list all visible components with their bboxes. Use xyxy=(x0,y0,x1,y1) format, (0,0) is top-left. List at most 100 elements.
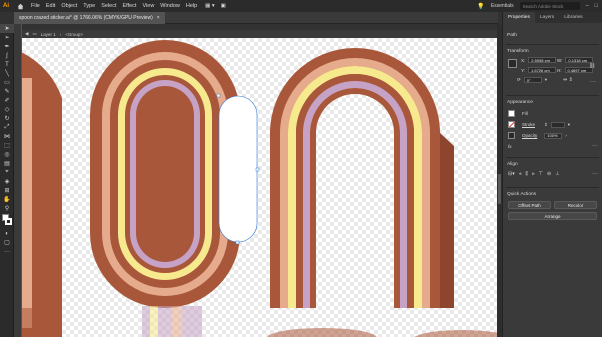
appearance-more-icon[interactable]: ··· xyxy=(592,143,602,149)
menu-help[interactable]: Help xyxy=(186,3,197,9)
angle-dropdown-icon[interactable]: ▾ xyxy=(545,77,547,83)
tools-panel: ➤ ➢ ✒ ∫ T ╲ ▭ ✎ ✐ ◇ ↻ ⤢ ⋈ ⬚ ◎ ▤ ⌖ ◈ ⊞ ✋ … xyxy=(0,24,14,337)
arrange-documents-icon[interactable]: ▦ ▾ xyxy=(205,3,215,9)
eraser-tool-icon[interactable]: ◇ xyxy=(0,105,14,114)
menu-edit[interactable]: Edit xyxy=(46,3,55,9)
arrange-row: Arrange xyxy=(503,209,602,220)
h-label: H: xyxy=(557,67,562,73)
align-buttons: ⊟▾ ⫷ ⫼ ⫸ ⊤ ⊖ ⊥ ··· xyxy=(503,171,602,177)
home-icon[interactable] xyxy=(15,1,25,11)
offset-path-button[interactable]: Offset Path xyxy=(508,201,551,209)
quick-actions-row: Offset Path Recolor xyxy=(503,197,602,209)
close-tab-icon[interactable]: × xyxy=(157,15,160,21)
fx-icon[interactable]: fx. xyxy=(508,144,513,149)
workspace-switcher[interactable]: Essentials xyxy=(491,3,514,9)
scroll-thumb[interactable] xyxy=(498,174,501,204)
paintbrush-tool-icon[interactable]: ✎ xyxy=(0,87,14,96)
layer-icon: ▭ xyxy=(32,31,37,36)
arrange-button[interactable]: Arrange xyxy=(508,212,597,220)
breadcrumb-group[interactable]: <Group> xyxy=(65,32,83,37)
artboard-canvas[interactable] xyxy=(22,38,497,337)
hand-tool-icon[interactable]: ✋ xyxy=(0,195,14,204)
line-tool-icon[interactable]: ╲ xyxy=(0,69,14,78)
opacity-field[interactable]: 100% xyxy=(544,132,563,139)
menu-effect[interactable]: Effect xyxy=(123,3,137,9)
stroke-label[interactable]: Stroke xyxy=(522,122,535,127)
angle-field[interactable]: 0° xyxy=(523,77,542,83)
menu-file[interactable]: File xyxy=(31,3,40,9)
bottom-shapes[interactable] xyxy=(22,306,497,337)
search-input[interactable]: Search Adobe Stock xyxy=(519,2,580,10)
menu-window[interactable]: Window xyxy=(160,3,180,9)
shape-builder-tool-icon[interactable]: ◎ xyxy=(0,150,14,159)
align-left-icon[interactable]: ⫷ xyxy=(519,171,522,177)
selection-tool-icon[interactable]: ➤ xyxy=(0,24,14,33)
curvature-tool-icon[interactable]: ∫ xyxy=(0,51,14,60)
selected-white-capsule[interactable] xyxy=(216,93,260,245)
constrain-proportions-icon[interactable]: ⛓ xyxy=(589,63,595,69)
menu-object[interactable]: Object xyxy=(61,3,77,9)
align-to-icon[interactable]: ⊟▾ xyxy=(508,171,515,177)
scale-tool-icon[interactable]: ⤢ xyxy=(0,123,14,132)
minimize-icon[interactable]: – xyxy=(586,3,589,9)
partial-arch-left[interactable] xyxy=(22,44,62,337)
direct-selection-tool-icon[interactable]: ➢ xyxy=(0,33,14,42)
x-field[interactable]: 2.5938 cm xyxy=(528,57,557,63)
artwork[interactable] xyxy=(22,38,497,337)
learn-icon[interactable]: 💡 xyxy=(477,3,484,10)
type-tool-icon[interactable]: T xyxy=(0,60,14,69)
eyedropper-tool-icon[interactable]: ⌖ xyxy=(0,168,14,177)
draw-mode-icon[interactable]: ◐ xyxy=(0,229,14,238)
align-bottom-icon[interactable]: ⊥ xyxy=(555,171,559,177)
align-center-icon[interactable]: ⫼ xyxy=(526,171,528,177)
share-icon[interactable]: ▣ xyxy=(221,3,226,9)
blend-tool-icon[interactable]: ◈ xyxy=(0,177,14,186)
document-tab-bar: spoon crazed sticker.ai* @ 1766.06% (CMY… xyxy=(14,11,498,24)
tab-layers[interactable]: Layers xyxy=(535,12,559,23)
artboard-tool-icon[interactable]: ⊞ xyxy=(0,186,14,195)
align-more-icon[interactable]: ··· xyxy=(592,171,602,177)
stroke-weight-dropdown-icon[interactable]: ▾ xyxy=(568,122,570,128)
fill-color-swatch[interactable] xyxy=(508,110,515,117)
align-top-icon[interactable]: ⊤ xyxy=(539,171,543,177)
width-tool-icon[interactable]: ⋈ xyxy=(0,132,14,141)
screen-mode-icon[interactable]: ▢ xyxy=(0,238,14,247)
gradient-tool-icon[interactable]: ▤ xyxy=(0,159,14,168)
opacity-dropdown-icon[interactable]: › xyxy=(565,133,567,138)
fill-stroke-swatches[interactable] xyxy=(0,213,13,229)
align-middle-icon[interactable]: ⊖ xyxy=(547,171,551,177)
rotate-tool-icon[interactable]: ↻ xyxy=(0,114,14,123)
y-field[interactable]: 1.6726 cm xyxy=(528,67,557,73)
opacity-label[interactable]: Opacity xyxy=(522,133,537,138)
menu-select[interactable]: Select xyxy=(101,3,116,9)
flip-icons[interactable]: ⇹ ⇕ xyxy=(563,77,573,83)
more-tools-icon[interactable]: ··· xyxy=(0,247,14,256)
letter-n-shape[interactable] xyxy=(270,48,454,308)
document-tab[interactable]: spoon crazed sticker.ai* @ 1766.06% (CMY… xyxy=(14,11,165,24)
breadcrumb-layer[interactable]: Layer 1 xyxy=(41,32,56,37)
align-right-icon[interactable]: ⫸ xyxy=(532,171,535,177)
rectangle-tool-icon[interactable]: ▭ xyxy=(0,78,14,87)
appearance-title: Appearance xyxy=(507,100,533,105)
stroke-weight-field[interactable] xyxy=(550,121,565,128)
menu-type[interactable]: Type xyxy=(83,3,95,9)
opacity-icon xyxy=(508,132,515,139)
menu-view[interactable]: View xyxy=(142,3,154,9)
back-arrow-icon[interactable]: ◀ xyxy=(25,31,28,37)
tab-libraries[interactable]: Libraries xyxy=(559,12,587,23)
letter-o-shape[interactable] xyxy=(90,40,240,308)
maximize-icon[interactable]: □ xyxy=(595,3,598,9)
stroke-weight-stepper-icon[interactable]: ⇕ xyxy=(544,122,548,128)
transform-section: X: 2.5938 cm W: 0.1318 cm Y: 1.6726 cm H… xyxy=(503,57,602,87)
free-transform-tool-icon[interactable]: ⬚ xyxy=(0,141,14,150)
fill-row: Fill xyxy=(503,110,602,117)
zoom-tool-icon[interactable]: ⚲ xyxy=(0,204,14,213)
transform-more-icon[interactable]: ··· xyxy=(590,79,596,85)
stroke-swatch-icon[interactable] xyxy=(5,218,12,225)
shaper-tool-icon[interactable]: ✐ xyxy=(0,96,14,105)
recolor-button[interactable]: Recolor xyxy=(554,201,597,209)
pen-tool-icon[interactable]: ✒ xyxy=(0,42,14,51)
tab-properties[interactable]: Properties xyxy=(503,12,535,23)
stroke-color-swatch[interactable] xyxy=(508,121,516,128)
reference-point-icon[interactable] xyxy=(508,59,517,68)
